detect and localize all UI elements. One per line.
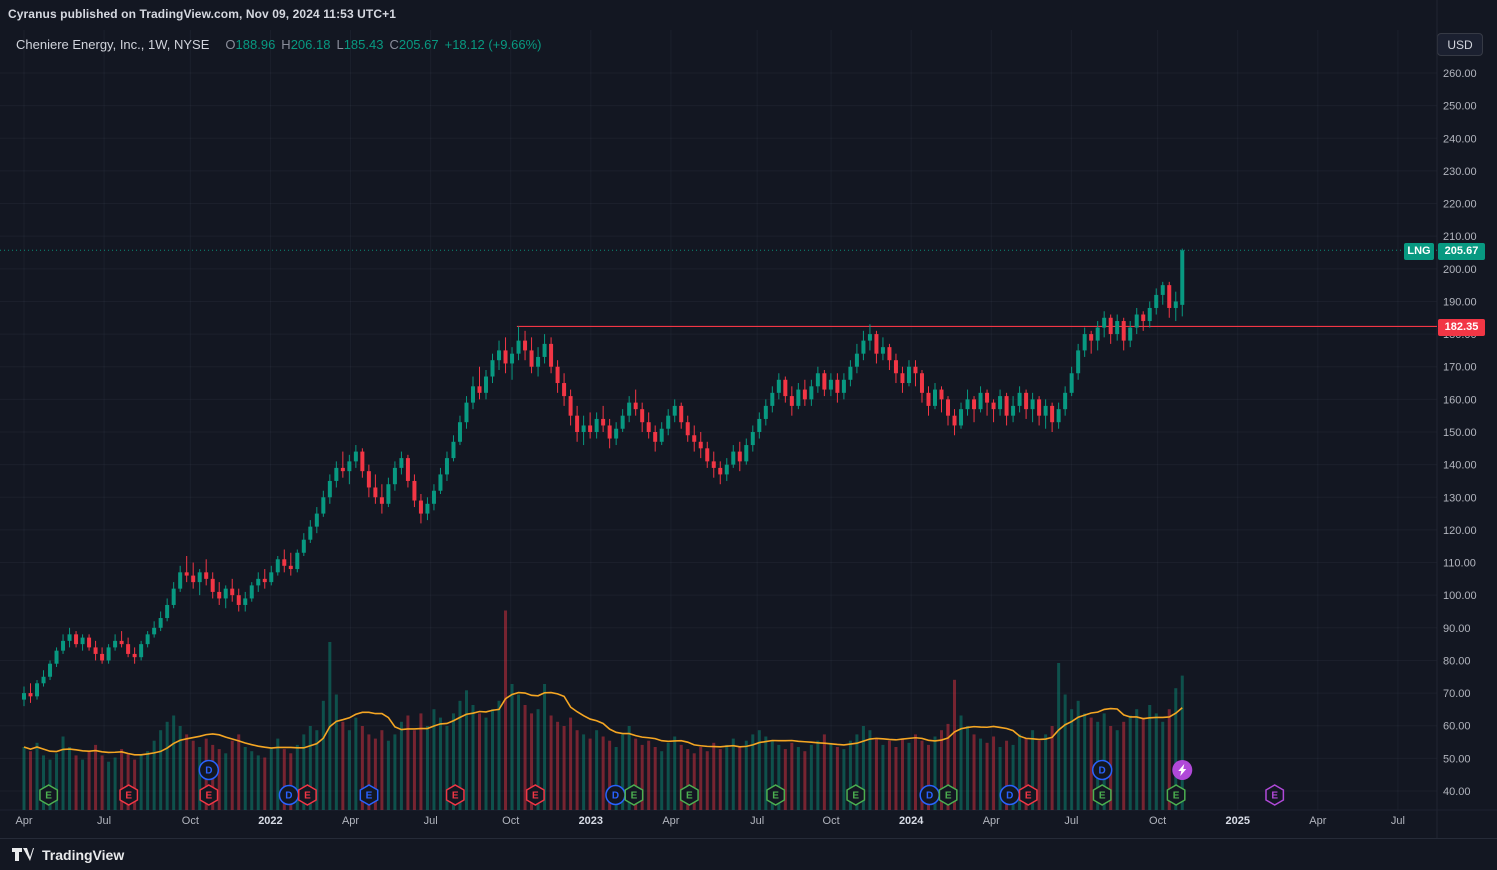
svg-text:210.00: 210.00: [1443, 231, 1477, 243]
svg-text:40.00: 40.00: [1443, 786, 1471, 798]
svg-text:250.00: 250.00: [1443, 101, 1477, 113]
svg-text:E: E: [852, 791, 859, 802]
svg-text:Apr: Apr: [15, 815, 32, 827]
svg-text:80.00: 80.00: [1443, 655, 1471, 667]
svg-text:Jul: Jul: [1064, 815, 1078, 827]
svg-text:160.00: 160.00: [1443, 394, 1477, 406]
svg-text:Jul: Jul: [424, 815, 438, 827]
svg-text:190.00: 190.00: [1443, 296, 1477, 308]
tradingview-chart-page: Cyranus published on TradingView.com, No…: [0, 0, 1497, 870]
svg-text:220.00: 220.00: [1443, 199, 1477, 211]
svg-text:E: E: [452, 791, 459, 802]
svg-text:200.00: 200.00: [1443, 264, 1477, 276]
chart-plot-area[interactable]: E E D E D E E E E D E E E E D E D E D E E E Apr Jul Oct 2022 Apr Ju…: [0, 0, 1497, 870]
svg-text:E: E: [772, 791, 779, 802]
svg-text:260.00: 260.00: [1443, 68, 1477, 80]
svg-text:230.00: 230.00: [1443, 166, 1477, 178]
svg-text:150.00: 150.00: [1443, 427, 1477, 439]
svg-text:Oct: Oct: [502, 815, 519, 827]
grid-lines: [0, 30, 1437, 810]
symbol-price-badge: LNG: [1404, 243, 1434, 260]
candlestick-series[interactable]: [22, 248, 1185, 707]
svg-text:90.00: 90.00: [1443, 623, 1471, 635]
svg-text:D: D: [205, 766, 212, 777]
svg-text:120.00: 120.00: [1443, 525, 1477, 537]
svg-text:E: E: [45, 791, 52, 802]
svg-text:110.00: 110.00: [1443, 558, 1476, 570]
svg-text:E: E: [304, 791, 311, 802]
svg-text:Apr: Apr: [1309, 815, 1326, 827]
svg-text:2023: 2023: [579, 815, 603, 827]
price-axis-labels[interactable]: 260.00 250.00 240.00 230.00 220.00 210.00 200.…: [1443, 68, 1477, 798]
footer-bar: TradingView: [0, 838, 1497, 870]
svg-text:D: D: [926, 791, 933, 802]
svg-text:D: D: [285, 791, 292, 802]
svg-text:E: E: [1099, 791, 1106, 802]
svg-text:Jul: Jul: [97, 815, 111, 827]
svg-text:E: E: [532, 791, 539, 802]
svg-text:E: E: [1025, 791, 1032, 802]
tradingview-logo-icon[interactable]: [12, 846, 34, 864]
tradingview-brand[interactable]: TradingView: [42, 847, 124, 863]
svg-text:240.00: 240.00: [1443, 133, 1477, 145]
svg-text:E: E: [205, 791, 212, 802]
svg-text:Jul: Jul: [1391, 815, 1405, 827]
svg-text:Jul: Jul: [750, 815, 764, 827]
svg-text:Apr: Apr: [662, 815, 679, 827]
svg-text:E: E: [945, 791, 952, 802]
svg-text:E: E: [631, 791, 638, 802]
svg-text:Apr: Apr: [342, 815, 359, 827]
svg-text:E: E: [1173, 791, 1180, 802]
svg-text:D: D: [1006, 791, 1013, 802]
svg-text:Oct: Oct: [1149, 815, 1166, 827]
svg-text:2022: 2022: [258, 815, 282, 827]
svg-text:Apr: Apr: [983, 815, 1000, 827]
svg-text:50.00: 50.00: [1443, 753, 1471, 765]
time-axis-labels[interactable]: Apr Jul Oct 2022 Apr Jul Oct 2023 Apr Jul Oct 2024 A…: [15, 815, 1404, 827]
svg-text:E: E: [366, 791, 373, 802]
current-price-badge: 205.67: [1438, 243, 1485, 260]
svg-text:2025: 2025: [1225, 815, 1249, 827]
svg-text:130.00: 130.00: [1443, 492, 1477, 504]
svg-text:Oct: Oct: [182, 815, 199, 827]
svg-text:2024: 2024: [899, 815, 924, 827]
volume-series: [22, 610, 1184, 810]
svg-text:Oct: Oct: [823, 815, 840, 827]
level-price-badge: 182.35: [1438, 319, 1485, 336]
svg-text:140.00: 140.00: [1443, 460, 1477, 472]
svg-text:E: E: [1271, 791, 1278, 802]
svg-text:100.00: 100.00: [1443, 590, 1477, 602]
svg-text:60.00: 60.00: [1443, 721, 1471, 733]
svg-text:E: E: [125, 791, 132, 802]
svg-text:D: D: [1099, 766, 1106, 777]
svg-text:70.00: 70.00: [1443, 688, 1471, 700]
svg-text:170.00: 170.00: [1443, 362, 1477, 374]
svg-text:D: D: [612, 791, 619, 802]
svg-text:E: E: [686, 791, 693, 802]
